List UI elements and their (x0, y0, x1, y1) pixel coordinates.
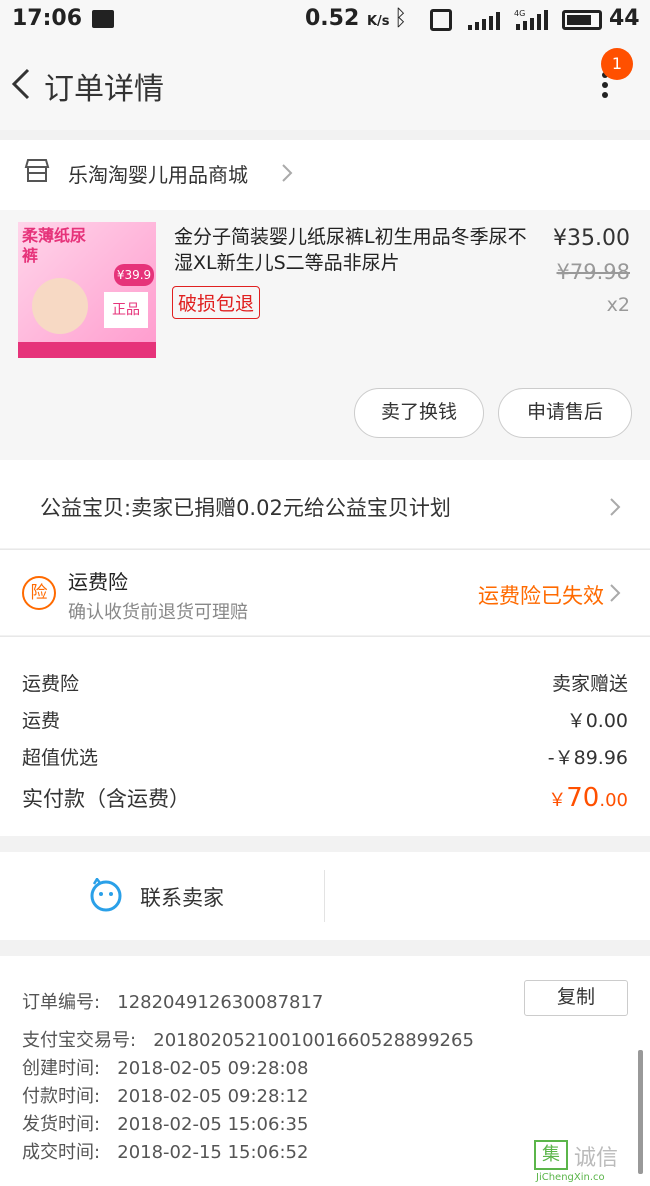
product-thumbnail[interactable]: 柔薄纸尿裤 ¥39.9 正品 (18, 222, 156, 358)
watermark-url: JiChengXin.co (536, 1172, 605, 1183)
signal-icon (468, 12, 500, 30)
baby-image (32, 278, 88, 334)
product-quantity: x2 (606, 294, 630, 316)
product-card: 柔薄纸尿裤 ¥39.9 正品 金分子简装婴儿纸尿裤L初生用品冬季尿不湿XL新生儿… (0, 210, 650, 460)
back-arrow-icon[interactable] (8, 64, 38, 104)
original-price: ¥79.98 (556, 260, 630, 284)
product-price: ¥35.00 (553, 226, 630, 251)
shop-name: 乐淘淘婴儿用品商城 (68, 163, 248, 187)
total-paid-label: 实付款（含运费） (22, 787, 190, 811)
vibrate-icon (430, 9, 452, 31)
page-title: 订单详情 (44, 72, 164, 107)
fee-label: 运费 (22, 710, 61, 732)
info-row: 付款时间: 2018-02-05 09:28:12 (22, 1086, 309, 1107)
shipping-insurance-row[interactable]: 险 运费险 确认收货前退货可理赔 运费险已失效 (0, 549, 650, 635)
insurance-icon: 险 (22, 576, 56, 610)
product-name[interactable]: 金分子简装婴儿纸尿裤L初生用品冬季尿不湿XL新生儿S二等品非尿片 (174, 224, 534, 276)
nav-bar: 订单详情 1 (0, 40, 650, 130)
insurance-title: 运费险 (68, 570, 128, 594)
info-row: 支付宝交易号: 2018020521001001660528899265 (22, 1030, 474, 1051)
contact-bar: 联系卖家 (0, 852, 650, 940)
insurance-subtitle: 确认收货前退货可理赔 (68, 602, 248, 623)
sell-for-cash-button[interactable]: 卖了换钱 (354, 388, 484, 438)
thumbnail-caption: 柔薄纸尿裤 (22, 226, 87, 265)
watermark-text: 诚信 (574, 1146, 619, 1171)
thumbnail-badge: 正品 (104, 292, 148, 328)
fee-value: 卖家赠送 (551, 673, 628, 695)
notification-badge: 1 (601, 48, 633, 80)
shop-icon (24, 159, 50, 182)
total-paid-amount: ￥70.00 (548, 783, 628, 813)
image-notification-icon (92, 10, 114, 28)
watermark-box: 集 (534, 1140, 568, 1170)
fee-value: -￥89.96 (547, 747, 628, 769)
info-row: 创建时间: 2018-02-05 09:28:08 (22, 1058, 309, 1079)
network-speed: 0.52 K/s (305, 6, 390, 31)
bluetooth-icon: ᛒ (394, 6, 408, 31)
thumbnail-price: ¥39.9 (114, 264, 154, 286)
fee-label: 运费险 (22, 673, 80, 695)
info-row: 订单编号: 128204912630087817 (22, 992, 324, 1013)
insurance-status: 运费险已失效 (478, 584, 604, 608)
charity-text: 公益宝贝:卖家已捐赠0.02元给公益宝贝计划 (40, 496, 451, 520)
charity-row[interactable]: 公益宝贝:卖家已捐赠0.02元给公益宝贝计划 (0, 460, 650, 548)
status-bar: 17:06 0.52 K/s ᛒ 4G 44 (0, 0, 650, 40)
fee-label: 超值优选 (22, 747, 99, 769)
contact-seller-button[interactable]: 联系卖家 (140, 882, 224, 912)
battery-icon (562, 10, 602, 30)
thumbnail-strip (18, 342, 156, 358)
signal-4g-icon: 4G (514, 9, 548, 30)
chevron-right-icon (610, 498, 621, 516)
chevron-right-icon (610, 584, 621, 602)
chevron-right-icon (282, 164, 293, 182)
watermark-logo: 集 诚信 JiChengXin.co (534, 1138, 646, 1184)
shop-row[interactable]: 乐淘淘婴儿用品商城 (0, 140, 650, 210)
battery-percent: 44 (609, 6, 640, 31)
info-row: 发货时间: 2018-02-05 15:06:35 (22, 1114, 309, 1135)
fee-summary: 运费险 卖家赠送 运费 ￥0.00 超值优选 -￥89.96 实付款（含运费） … (0, 636, 650, 836)
wangwang-chat-icon[interactable] (88, 878, 124, 912)
damage-return-tag: 破损包退 (172, 286, 261, 319)
info-row: 成交时间: 2018-02-15 15:06:52 (22, 1142, 309, 1163)
after-sale-button[interactable]: 申请售后 (498, 388, 632, 438)
status-time: 17:06 (12, 6, 83, 31)
svg-text:4G: 4G (514, 9, 525, 18)
fee-value: ￥0.00 (566, 710, 628, 732)
divider (324, 870, 325, 922)
copy-button[interactable]: 复制 (524, 980, 628, 1016)
